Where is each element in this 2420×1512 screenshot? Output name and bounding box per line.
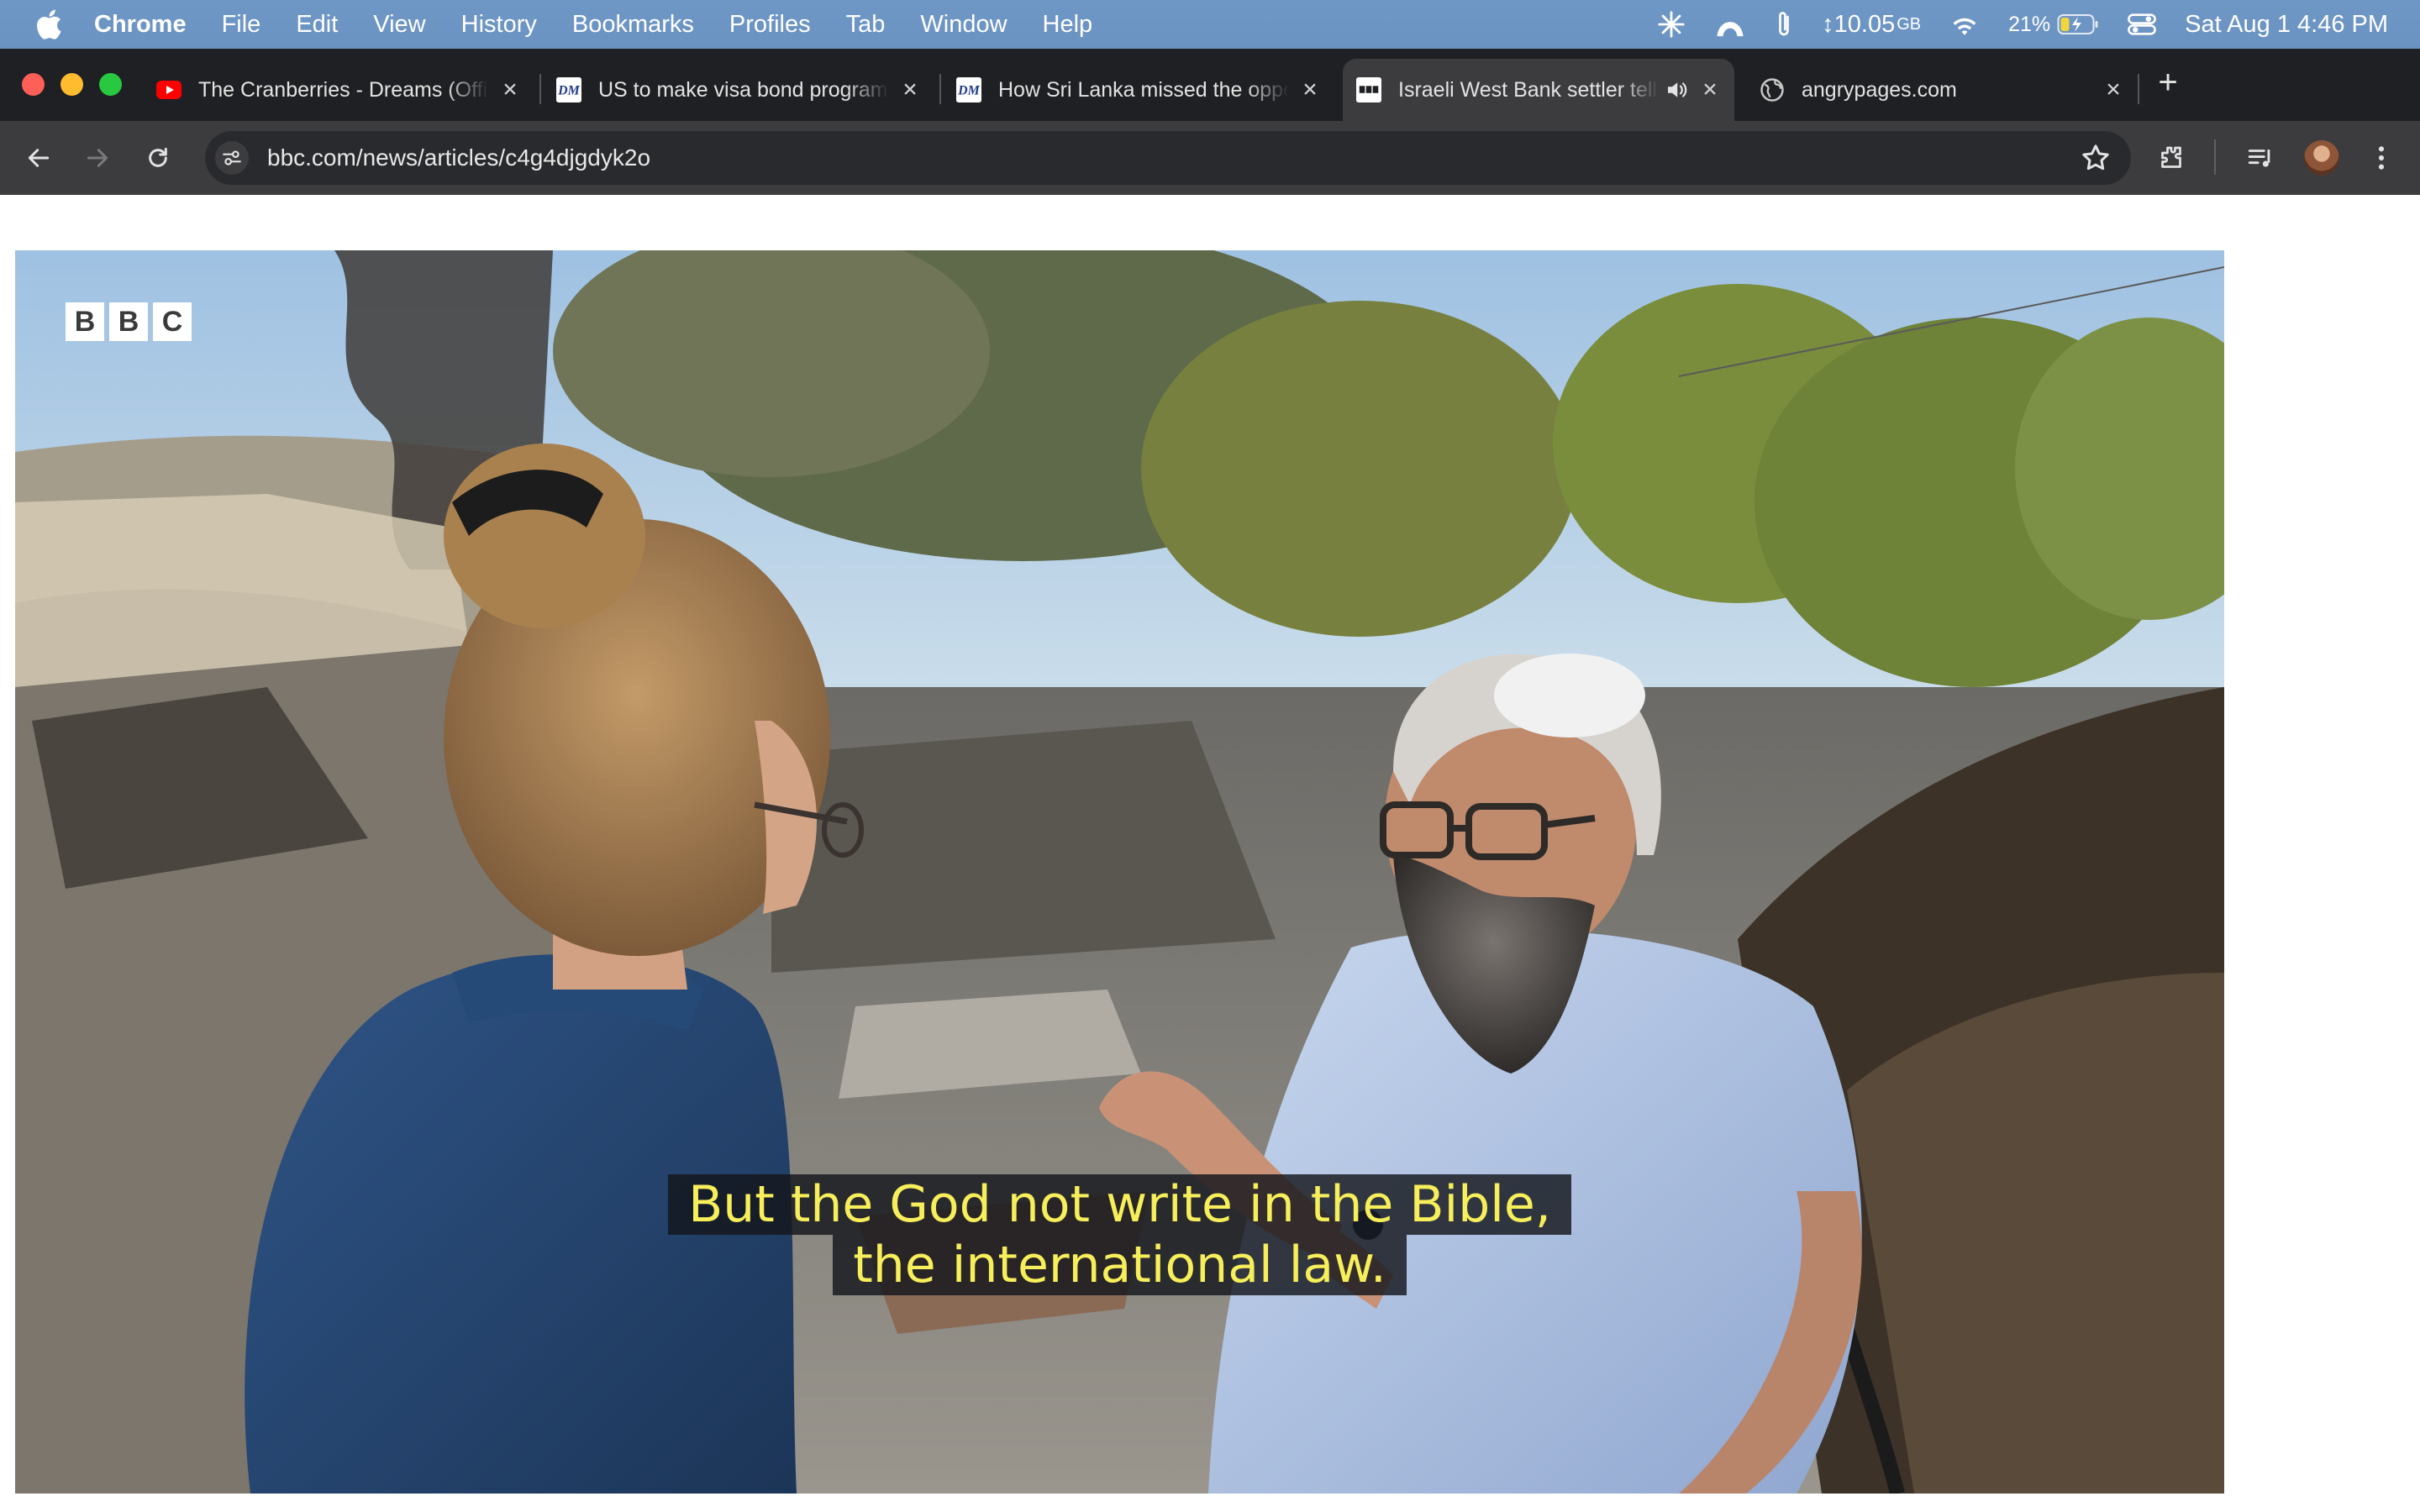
- dm-icon: DM: [956, 77, 981, 102]
- menu-file[interactable]: File: [222, 11, 261, 39]
- tab-separator: [939, 74, 941, 104]
- tab-sri-lanka[interactable]: DM How Sri Lanka missed the opportunity …: [956, 59, 1323, 121]
- tab-close-icon[interactable]: ×: [897, 76, 923, 103]
- window-zoom-button[interactable]: [99, 73, 122, 96]
- menu-history[interactable]: History: [461, 11, 537, 39]
- profile-avatar[interactable]: [2304, 140, 2339, 176]
- chrome-menu-icon[interactable]: [2365, 141, 2398, 175]
- bbc-logo-letter: C: [153, 302, 192, 341]
- bbc-icon: [1356, 77, 1381, 102]
- menu-help[interactable]: Help: [1043, 11, 1093, 39]
- tab-close-icon[interactable]: ×: [1297, 76, 1323, 103]
- menu-bar-status-area: ↕10.05 GB 21% Sat Aug 1 4:46 PM: [1628, 0, 2388, 49]
- video-player[interactable]: B B C But the God not write in the Bible…: [15, 250, 2224, 1494]
- tab-title: Israeli West Bank settler tells BBC: [1398, 77, 1659, 102]
- forward-button[interactable]: [81, 141, 114, 175]
- chrome-tab-strip: The Cranberries - Dreams (Official Music…: [0, 49, 2420, 121]
- tab-title: The Cranberries - Dreams (Official Music…: [198, 77, 489, 102]
- menu-edit[interactable]: Edit: [296, 11, 338, 39]
- subtitle-line: But the God not write in the Bible,: [668, 1174, 1571, 1235]
- reload-button[interactable]: [141, 141, 175, 175]
- web-page-content: B B C But the God not write in the Bible…: [0, 195, 2420, 1512]
- speaker-icon[interactable]: [1664, 77, 1689, 102]
- address-bar-url[interactable]: bbc.com/news/articles/c4g4djgdyk2o: [267, 144, 650, 171]
- battery-charging-icon: [2057, 14, 2098, 34]
- arc-app-icon[interactable]: [1714, 10, 1746, 39]
- svg-text:DM: DM: [957, 84, 980, 98]
- tab-title: US to make visa bond program: [598, 77, 888, 102]
- bbc-logo-letter: B: [109, 302, 148, 341]
- tab-close-icon[interactable]: ×: [497, 76, 523, 103]
- memory-status[interactable]: ↕10.05 GB: [1822, 11, 1921, 39]
- svg-text:DM: DM: [557, 84, 580, 98]
- extensions-icon[interactable]: [2154, 141, 2188, 175]
- menu-profiles[interactable]: Profiles: [729, 11, 811, 39]
- bookmark-star-icon[interactable]: [2079, 141, 2112, 175]
- menu-bookmarks[interactable]: Bookmarks: [572, 11, 694, 39]
- memory-value: ↕10.05: [1822, 10, 1896, 38]
- tab-close-icon[interactable]: ×: [2101, 76, 2126, 103]
- window-close-button[interactable]: [22, 73, 45, 96]
- battery-status[interactable]: 21%: [2008, 13, 2099, 37]
- bbc-logo-letter: B: [66, 302, 104, 341]
- video-frame: [15, 250, 2224, 1494]
- chrome-toolbar: bbc.com/news/articles/c4g4djgdyk2o: [0, 121, 2420, 195]
- media-controls-icon[interactable]: [2244, 141, 2277, 175]
- tab-separator: [2138, 74, 2139, 104]
- back-button[interactable]: [22, 141, 55, 175]
- menu-app-name[interactable]: Chrome: [94, 11, 187, 39]
- battery-percent: 21%: [2008, 12, 2051, 36]
- bbc-logo: B B C: [66, 302, 197, 341]
- control-center-icon[interactable]: [2128, 12, 2157, 37]
- apple-menu-icon[interactable]: [32, 6, 69, 43]
- site-settings-icon[interactable]: [215, 141, 249, 175]
- window-minimize-button[interactable]: [60, 73, 83, 96]
- globe-icon: [1760, 77, 1785, 102]
- menu-window[interactable]: Window: [920, 11, 1007, 39]
- subtitle-line: the international law.: [833, 1235, 1407, 1295]
- tab-cranberries[interactable]: The Cranberries - Dreams (Official Music…: [156, 59, 523, 121]
- youtube-icon: [156, 77, 182, 102]
- video-subtitles: But the God not write in the Bible, the …: [15, 1174, 2224, 1295]
- tab-close-icon[interactable]: ×: [1697, 76, 1723, 103]
- memory-unit: GB: [1897, 14, 1922, 34]
- sparkle-icon[interactable]: [1657, 10, 1686, 39]
- tab-title: angrypages.com: [1802, 77, 1957, 102]
- macos-menu-bar: Chrome File Edit View History Bookmarks …: [0, 0, 2420, 49]
- tab-angrypages[interactable]: angrypages.com ×: [1760, 59, 2126, 121]
- paperclip-icon[interactable]: [1775, 9, 1793, 39]
- address-bar[interactable]: bbc.com/news/articles/c4g4djgdyk2o: [205, 131, 2131, 185]
- toolbar-divider: [2214, 139, 2216, 175]
- tab-separator: [539, 74, 541, 104]
- tab-visa-bond[interactable]: DM US to make visa bond program ×: [556, 59, 923, 121]
- menu-view[interactable]: View: [373, 11, 425, 39]
- menu-tab[interactable]: Tab: [846, 11, 886, 39]
- tab-title: How Sri Lanka missed the opportunity: [998, 77, 1289, 102]
- new-tab-button[interactable]: +: [2153, 64, 2183, 101]
- menu-bar-clock[interactable]: Sat Aug 1 4:46 PM: [2185, 11, 2388, 39]
- dm-icon: DM: [556, 77, 581, 102]
- wifi-icon[interactable]: [1949, 12, 1980, 37]
- tab-israeli-settler[interactable]: Israeli West Bank settler tells BBC ×: [1343, 59, 1734, 121]
